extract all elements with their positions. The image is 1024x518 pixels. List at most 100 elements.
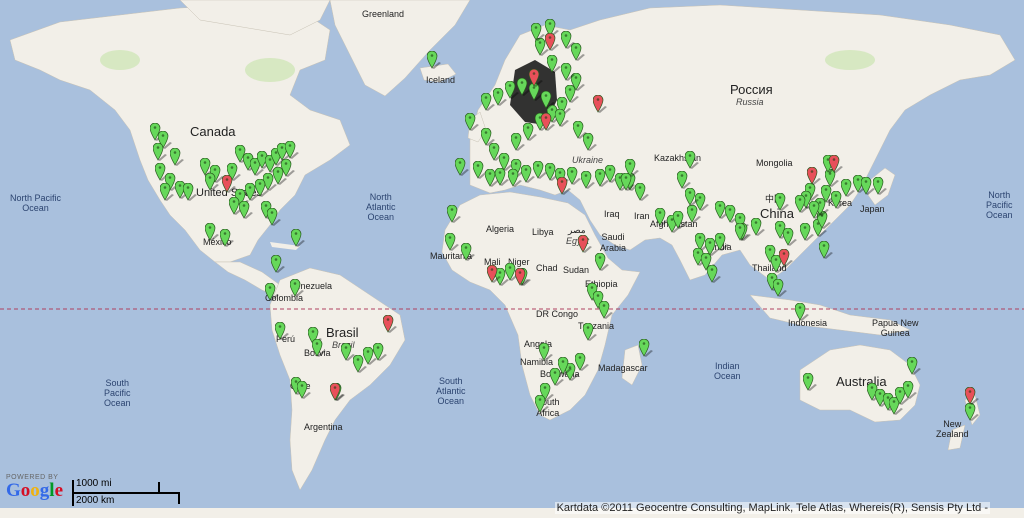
map-marker-red[interactable] <box>593 95 607 113</box>
map-marker-green[interactable] <box>673 211 687 229</box>
map-marker-green[interactable] <box>531 23 545 41</box>
map-marker-green[interactable] <box>341 343 355 361</box>
map-marker-green[interactable] <box>803 373 817 391</box>
map-marker-green[interactable] <box>481 93 495 111</box>
map-marker-green[interactable] <box>715 233 729 251</box>
map-marker-green[interactable] <box>220 229 234 247</box>
map-marker-green[interactable] <box>547 55 561 73</box>
map-marker-green[interactable] <box>621 173 635 191</box>
map-marker-green[interactable] <box>183 183 197 201</box>
map-marker-green[interactable] <box>873 177 887 195</box>
map-marker-green[interactable] <box>831 191 845 209</box>
map-marker-green[interactable] <box>455 158 469 176</box>
map-marker-green[interactable] <box>685 151 699 169</box>
map-marker-green[interactable] <box>353 355 367 373</box>
map-marker-green[interactable] <box>573 121 587 139</box>
map-marker-red[interactable] <box>779 249 793 267</box>
map-marker-green[interactable] <box>707 265 721 283</box>
map-marker-green[interactable] <box>545 163 559 181</box>
map-marker-green[interactable] <box>363 347 377 365</box>
map-marker-green[interactable] <box>599 301 613 319</box>
map-marker-red[interactable] <box>487 265 501 283</box>
map-marker-green[interactable] <box>595 169 609 187</box>
map-marker-green[interactable] <box>275 322 289 340</box>
map-marker-green[interactable] <box>493 88 507 106</box>
map-marker-green[interactable] <box>265 283 279 301</box>
map-marker-green[interactable] <box>725 205 739 223</box>
map-marker-green[interactable] <box>571 43 585 61</box>
map-marker-green[interactable] <box>489 143 503 161</box>
map-marker-red[interactable] <box>515 268 529 286</box>
map-marker-green[interactable] <box>461 243 475 261</box>
map-marker-green[interactable] <box>965 403 979 421</box>
map-marker-green[interactable] <box>819 241 833 259</box>
map-marker-green[interactable] <box>535 395 549 413</box>
map-marker-green[interactable] <box>903 381 917 399</box>
map-marker-red[interactable] <box>545 33 559 51</box>
map-marker-green[interactable] <box>861 177 875 195</box>
map-marker-green[interactable] <box>239 201 253 219</box>
map-marker-green[interactable] <box>907 357 921 375</box>
map-marker-green[interactable] <box>205 223 219 241</box>
map-marker-green[interactable] <box>465 113 479 131</box>
map-marker-green[interactable] <box>783 228 797 246</box>
map-marker-green[interactable] <box>639 339 653 357</box>
map-marker-green[interactable] <box>751 218 765 236</box>
map-marker-green[interactable] <box>583 133 597 151</box>
map-marker-green[interactable] <box>447 205 461 223</box>
map-marker-green[interactable] <box>539 343 553 361</box>
map-marker-green[interactable] <box>773 279 787 297</box>
map-marker-red[interactable] <box>829 155 843 173</box>
map-marker-green[interactable] <box>473 161 487 179</box>
map-marker-green[interactable] <box>170 148 184 166</box>
map-marker-green[interactable] <box>485 169 499 187</box>
map-marker-green[interactable] <box>635 183 649 201</box>
map-marker-green[interactable] <box>505 81 519 99</box>
map-marker-green[interactable] <box>521 165 535 183</box>
map-marker-green[interactable] <box>511 133 525 151</box>
google-logo[interactable]: POWERED BY Google <box>6 474 63 501</box>
map-marker-red[interactable] <box>578 235 592 253</box>
map-marker-green[interactable] <box>533 161 547 179</box>
map-marker-green[interactable] <box>271 255 285 273</box>
map-marker-green[interactable] <box>445 233 459 251</box>
map-marker-green[interactable] <box>312 339 326 357</box>
map-marker-green[interactable] <box>155 163 169 181</box>
map-marker-green[interactable] <box>285 141 299 159</box>
map-marker-green[interactable] <box>517 78 531 96</box>
map-marker-green[interactable] <box>427 51 441 69</box>
map-marker-green[interactable] <box>795 195 809 213</box>
map-marker-red[interactable] <box>557 177 571 195</box>
map-marker-green[interactable] <box>677 171 691 189</box>
map-marker-green[interactable] <box>685 188 699 206</box>
map-marker-red[interactable] <box>965 387 979 405</box>
map-marker-green[interactable] <box>505 263 519 281</box>
map-marker-green[interactable] <box>715 201 729 219</box>
map-marker-green[interactable] <box>735 223 749 241</box>
map-marker-green[interactable] <box>841 179 855 197</box>
map-marker-green[interactable] <box>291 229 305 247</box>
map-marker-green[interactable] <box>583 323 597 341</box>
map-marker-green[interactable] <box>205 173 219 191</box>
map-marker-green[interactable] <box>495 168 509 186</box>
map-marker-green[interactable] <box>655 208 669 226</box>
map-marker-red[interactable] <box>529 69 543 87</box>
map-marker-green[interactable] <box>595 253 609 271</box>
map-marker-red[interactable] <box>541 113 555 131</box>
map-marker-green[interactable] <box>561 31 575 49</box>
map-marker-green[interactable] <box>523 123 537 141</box>
map-marker-green[interactable] <box>229 197 243 215</box>
map-marker-red[interactable] <box>807 167 821 185</box>
map-marker-green[interactable] <box>290 279 304 297</box>
map-marker-green[interactable] <box>297 381 311 399</box>
map-marker-red[interactable] <box>330 383 344 401</box>
map-marker-green[interactable] <box>373 343 387 361</box>
map-marker-green[interactable] <box>605 165 619 183</box>
map-marker-green[interactable] <box>800 223 814 241</box>
map-marker-green[interactable] <box>581 171 595 189</box>
map-marker-red[interactable] <box>383 315 397 333</box>
map-marker-green[interactable] <box>153 143 167 161</box>
map-marker-green[interactable] <box>160 183 174 201</box>
map-marker-green[interactable] <box>267 208 281 226</box>
map-marker-green[interactable] <box>541 91 555 109</box>
